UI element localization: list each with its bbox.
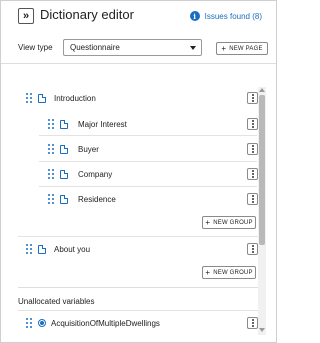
document-icon bbox=[38, 93, 46, 103]
new-group-button[interactable]: + NEW GROUP bbox=[202, 216, 256, 229]
new-group-label: NEW GROUP bbox=[213, 219, 253, 226]
unallocated-variables-title: Unallocated variables bbox=[18, 297, 95, 306]
document-icon bbox=[60, 194, 68, 204]
plus-icon: + bbox=[205, 218, 211, 227]
page-row-introduction[interactable]: Introduction bbox=[26, 86, 266, 110]
variable-menu-button[interactable] bbox=[247, 317, 258, 329]
info-icon: i bbox=[189, 11, 200, 21]
drag-handle-icon[interactable] bbox=[48, 143, 55, 155]
page-row-about-you[interactable]: About you bbox=[26, 237, 256, 261]
group-label: Buyer bbox=[78, 144, 99, 154]
new-group-label: NEW GROUP bbox=[213, 269, 253, 276]
scroll-down-icon[interactable] bbox=[259, 328, 265, 332]
group-menu-button[interactable] bbox=[247, 118, 258, 130]
view-type-value: Questionnaire bbox=[70, 43, 120, 52]
group-label: Major Interest bbox=[78, 119, 127, 129]
scroll-up-icon[interactable] bbox=[259, 88, 265, 92]
new-group-button[interactable]: + NEW GROUP bbox=[202, 266, 256, 279]
drag-handle-icon[interactable] bbox=[48, 193, 55, 205]
section-divider bbox=[18, 287, 258, 288]
document-icon bbox=[38, 244, 46, 254]
chevron-down-icon bbox=[190, 46, 196, 50]
issues-found-label: Issues found (8) bbox=[204, 11, 262, 21]
group-row[interactable]: Buyer bbox=[48, 137, 258, 161]
group-row[interactable]: Residence bbox=[48, 187, 258, 211]
view-type-select[interactable]: Questionnaire bbox=[63, 39, 202, 56]
drag-handle-icon[interactable] bbox=[26, 92, 33, 104]
group-label: Company bbox=[78, 169, 113, 179]
drag-handle-icon[interactable] bbox=[48, 118, 55, 130]
plus-icon: + bbox=[205, 268, 211, 277]
scrollbar-thumb[interactable] bbox=[259, 95, 265, 245]
page-label: About you bbox=[54, 244, 91, 254]
group-menu-button[interactable] bbox=[247, 193, 258, 205]
document-icon bbox=[60, 144, 68, 154]
group-label: Residence bbox=[78, 194, 116, 204]
variable-label: AcquisitionOfMultipleDwellings bbox=[51, 318, 160, 328]
page-menu-button[interactable] bbox=[247, 92, 258, 104]
new-page-button[interactable]: + NEW PAGE bbox=[216, 42, 268, 55]
group-row[interactable]: Major Interest bbox=[48, 112, 258, 136]
header-divider bbox=[1, 63, 276, 64]
plus-icon: + bbox=[221, 44, 227, 53]
drag-handle-icon[interactable] bbox=[48, 168, 55, 180]
view-type-label: View type bbox=[18, 43, 53, 52]
variable-radio-icon[interactable] bbox=[38, 319, 46, 327]
new-page-label: NEW PAGE bbox=[229, 45, 263, 52]
group-row[interactable]: Company bbox=[48, 162, 258, 186]
document-icon bbox=[60, 169, 68, 179]
page-menu-button[interactable] bbox=[247, 243, 258, 255]
group-menu-button[interactable] bbox=[247, 143, 258, 155]
variable-row[interactable]: AcquisitionOfMultipleDwellings bbox=[26, 311, 256, 335]
panel-title: Dictionary editor bbox=[40, 7, 134, 22]
row-divider bbox=[39, 135, 257, 136]
issues-found-link[interactable]: i Issues found (8) bbox=[189, 11, 262, 21]
double-chevron-right-icon[interactable]: » bbox=[18, 8, 34, 24]
page-label: Introduction bbox=[54, 93, 96, 103]
drag-handle-icon[interactable] bbox=[26, 317, 33, 329]
dictionary-editor-panel: » Dictionary editor i Issues found (8) V… bbox=[0, 0, 277, 343]
document-icon bbox=[60, 119, 68, 129]
drag-handle-icon[interactable] bbox=[26, 243, 33, 255]
panel-header: » Dictionary editor i Issues found (8) bbox=[1, 1, 276, 31]
group-menu-button[interactable] bbox=[247, 168, 258, 180]
